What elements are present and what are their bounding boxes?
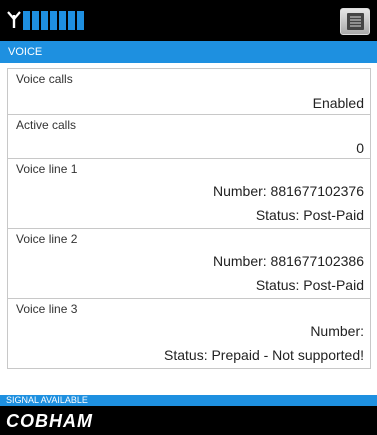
voice-line-2-card: Voice line 2 Number: 881677102386 Status… bbox=[7, 228, 371, 299]
voice-line-number: Number: bbox=[310, 323, 364, 339]
voice-line-status: Status: Post-Paid bbox=[255, 277, 364, 293]
card-label: Voice calls bbox=[16, 72, 73, 86]
signal-bar bbox=[68, 11, 75, 30]
brand-text: COBHAM bbox=[6, 411, 93, 431]
signal-bar bbox=[59, 11, 66, 30]
card-label: Voice line 2 bbox=[16, 232, 78, 246]
voice-line-status: Status: Prepaid - Not supported! bbox=[164, 347, 364, 363]
voice-line-status: Status: Post-Paid bbox=[255, 207, 364, 223]
cobham-logo: COBHAM bbox=[6, 411, 93, 431]
signal-bar bbox=[32, 11, 39, 30]
section-title: VOICE bbox=[0, 41, 377, 63]
signal-bar bbox=[50, 11, 57, 30]
top-bar bbox=[0, 0, 377, 41]
voice-calls-value: Enabled bbox=[312, 95, 364, 111]
voice-line-number: Number: 881677102386 bbox=[212, 253, 364, 269]
signal-bar bbox=[77, 11, 84, 30]
voice-calls-card: Voice calls Enabled bbox=[7, 68, 371, 115]
active-calls-value: 0 bbox=[356, 140, 364, 156]
card-label: Voice line 1 bbox=[16, 162, 78, 176]
voice-line-1-card: Voice line 1 Number: 881677102376 Status… bbox=[7, 158, 371, 229]
card-label: Active calls bbox=[16, 118, 77, 132]
voice-line-number: Number: 881677102376 bbox=[212, 183, 364, 199]
card-label: Voice line 3 bbox=[16, 302, 78, 316]
signal-strength-bars bbox=[23, 11, 84, 30]
brand-bar: COBHAM bbox=[0, 406, 377, 435]
voice-content: Voice calls Enabled Active calls 0 Voice… bbox=[0, 63, 377, 395]
antenna-icon bbox=[7, 11, 21, 28]
active-calls-card: Active calls 0 bbox=[7, 114, 371, 159]
signal-bar bbox=[41, 11, 48, 30]
voice-line-3-card: Voice line 3 Number: Status: Prepaid - N… bbox=[7, 298, 371, 369]
menu-list-icon bbox=[347, 13, 364, 30]
signal-bar bbox=[23, 11, 30, 30]
menu-button[interactable] bbox=[340, 8, 370, 35]
signal-status-bar: SIGNAL AVAILABLE bbox=[0, 395, 377, 406]
